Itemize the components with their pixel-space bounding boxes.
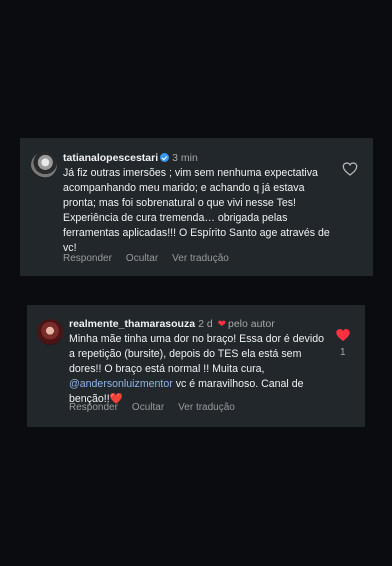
comment-text-part: Minha mãe tinha uma dor no braço! Essa d…: [69, 333, 324, 375]
verified-badge-icon: [160, 153, 170, 162]
username[interactable]: tatianalopescestari: [63, 152, 158, 164]
hide-button[interactable]: Ocultar: [126, 253, 158, 264]
comment-header: realmente_thamarasouza 2 d ❤ pelo autor: [69, 318, 275, 331]
timestamp: 2 d: [198, 318, 213, 330]
username[interactable]: realmente_thamarasouza: [69, 318, 195, 330]
comment-card: realmente_thamarasouza 2 d ❤ pelo autor Mi…: [27, 305, 365, 427]
mention-link[interactable]: @andersonluizmentor: [69, 378, 173, 390]
see-translation-button[interactable]: Ver tradução: [172, 253, 229, 264]
heart-filled-icon[interactable]: [335, 328, 351, 342]
comment-card: tatianalopescestari 3 min Já fiz outras i…: [20, 138, 373, 276]
hide-button[interactable]: Ocultar: [132, 402, 164, 413]
see-translation-button[interactable]: Ver tradução: [178, 402, 235, 413]
reply-button[interactable]: Responder: [69, 402, 118, 413]
heart-outline-icon[interactable]: [342, 162, 358, 176]
avatar[interactable]: [31, 152, 57, 178]
liked-by-author-label: pelo autor: [227, 318, 275, 330]
small-heart-icon: ❤: [217, 319, 226, 330]
reply-button[interactable]: Responder: [63, 253, 112, 264]
comment-actions: Responder Ocultar Ver tradução: [63, 253, 243, 264]
avatar[interactable]: [37, 319, 63, 345]
comment-text: Já fiz outras imersões ; vim sem nenhuma…: [63, 167, 330, 254]
like-count: 1: [340, 347, 346, 358]
comment-text: Minha mãe tinha uma dor no braço! Essa d…: [69, 332, 327, 407]
timestamp: 3 min: [172, 152, 198, 164]
comment-actions: Responder Ocultar Ver tradução: [69, 402, 249, 413]
comment-header: tatianalopescestari 3 min: [63, 152, 198, 165]
